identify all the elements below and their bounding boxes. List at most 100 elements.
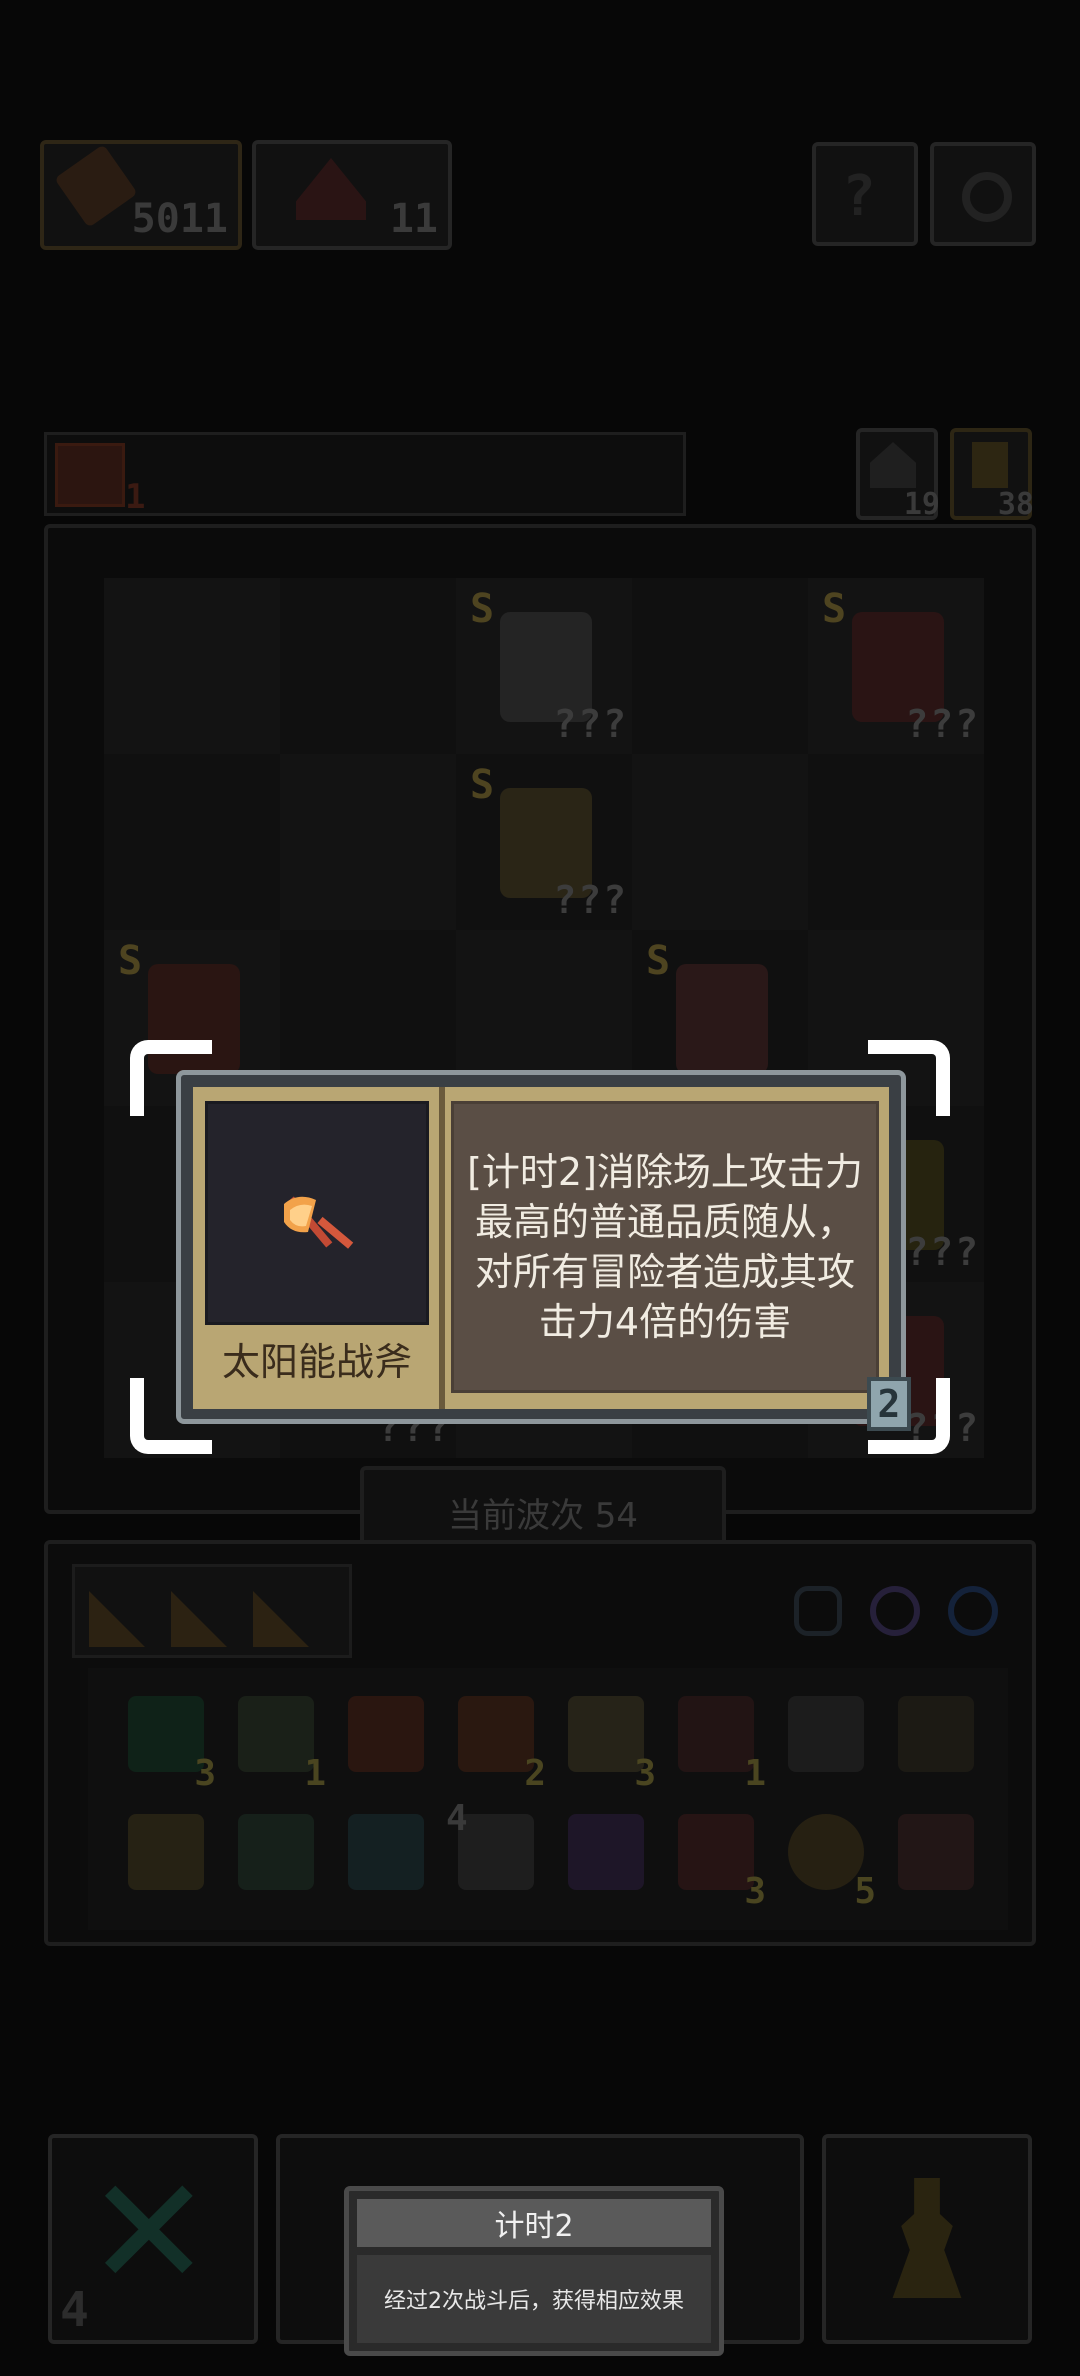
hero-button[interactable] bbox=[822, 2134, 1032, 2344]
tab-flag-2[interactable] bbox=[171, 1591, 227, 1647]
inventory-item[interactable]: 3 bbox=[116, 1688, 216, 1794]
inventory-item[interactable]: 3 bbox=[666, 1806, 766, 1912]
inventory-item[interactable] bbox=[886, 1688, 986, 1788]
tent-icon bbox=[296, 158, 366, 220]
inventory-panel: 3 1 2 3 1 4 3 5 bbox=[44, 1540, 1036, 1946]
bug-filter-icon[interactable] bbox=[794, 1586, 842, 1636]
health-bar: 1 bbox=[44, 432, 686, 517]
help-button[interactable]: ? bbox=[812, 142, 918, 246]
bolt-icon bbox=[568, 1814, 644, 1890]
hero-rank: S bbox=[822, 586, 847, 632]
armor-icon bbox=[348, 1696, 424, 1772]
inventory-item[interactable]: 1 bbox=[226, 1688, 326, 1794]
gem-counter: 11 bbox=[252, 140, 452, 250]
gear-icon bbox=[962, 172, 1012, 222]
item-description: [计时2]消除场上攻击力最高的普通品质随从，对所有冒险者造成其攻击力4倍的伤害 bbox=[467, 1150, 863, 1344]
hero-rank: S bbox=[118, 938, 143, 984]
inventory-item[interactable]: 4 bbox=[446, 1798, 546, 1906]
sword-icon bbox=[898, 1696, 974, 1772]
item-count: 3 bbox=[194, 1753, 216, 1794]
cake-icon bbox=[898, 1814, 974, 1890]
battle-axe-icon bbox=[284, 1196, 354, 1249]
map-icon bbox=[238, 1814, 314, 1890]
close-icon: ✕ bbox=[86, 2146, 212, 2320]
item-count: 4 bbox=[446, 1798, 468, 1839]
hero-level: ??? bbox=[553, 878, 628, 922]
item-icon-frame bbox=[205, 1101, 429, 1325]
bones-icon bbox=[788, 1696, 864, 1772]
inventory-tabs bbox=[72, 1564, 352, 1658]
gem-shield-icon bbox=[128, 1696, 204, 1772]
inventory-item[interactable]: 3 bbox=[556, 1688, 656, 1794]
item-count: 3 bbox=[634, 1753, 656, 1794]
gear-filter-icon[interactable] bbox=[948, 1586, 998, 1636]
tooltip-body-box: 经过2次战斗后，获得相应效果 bbox=[357, 2255, 711, 2343]
inventory-grid: 3 1 2 3 1 4 3 5 bbox=[88, 1668, 1008, 1930]
hero-unit[interactable]: S ??? bbox=[456, 578, 632, 754]
gem-amount: 11 bbox=[389, 196, 438, 242]
keyword-tooltip: 计时2 经过2次战斗后，获得相应效果 bbox=[344, 2186, 724, 2356]
gold-amount: 5011 bbox=[131, 196, 228, 242]
item-count: 5 bbox=[854, 1871, 876, 1912]
stat-a-value: 19 bbox=[903, 487, 940, 522]
hero-unit[interactable]: S ??? bbox=[456, 754, 632, 930]
popup-frame: 太阳能战斧 [计时2]消除场上攻击力最高的普通品质随从，对所有冒险者造成其攻击力… bbox=[193, 1087, 889, 1409]
inventory-item[interactable] bbox=[776, 1688, 876, 1788]
hero-rank: S bbox=[646, 938, 671, 984]
inventory-item[interactable]: 2 bbox=[446, 1688, 546, 1794]
inventory-item[interactable]: 1 bbox=[666, 1688, 766, 1794]
inventory-item[interactable] bbox=[556, 1806, 656, 1906]
heart-plus-icon bbox=[55, 443, 125, 507]
popup-divider bbox=[439, 1087, 445, 1409]
scroll-icon bbox=[568, 1696, 644, 1772]
axe-icon bbox=[458, 1696, 534, 1772]
inventory-item[interactable] bbox=[336, 1688, 436, 1788]
tab-flag-3[interactable] bbox=[253, 1591, 309, 1647]
stat-b-box: 38 bbox=[950, 428, 1034, 522]
inventory-item[interactable] bbox=[116, 1806, 216, 1906]
home-icon bbox=[870, 442, 916, 488]
hero-level: ??? bbox=[905, 1230, 980, 1274]
chalice-icon bbox=[128, 1814, 204, 1890]
hero-level: ??? bbox=[553, 702, 628, 746]
timer-badge-value: 2 bbox=[877, 1382, 901, 1426]
item-count: 1 bbox=[744, 1753, 766, 1794]
wave-label: 当前波次 54 bbox=[447, 1495, 639, 1536]
tent-icon bbox=[678, 1696, 754, 1772]
inventory-item[interactable] bbox=[336, 1806, 436, 1906]
stat-a-box: 19 bbox=[856, 428, 940, 522]
tooltip-title: 计时2 bbox=[494, 2209, 574, 2244]
filter-icons bbox=[772, 1564, 1022, 1658]
figure-icon bbox=[238, 1696, 314, 1772]
gold-counter: 5011 bbox=[40, 140, 242, 250]
glove-icon bbox=[458, 1814, 534, 1890]
trophy-icon bbox=[972, 442, 1008, 488]
stat-b-value: 38 bbox=[997, 487, 1034, 522]
helmet-icon bbox=[678, 1814, 754, 1890]
question-icon: ? bbox=[842, 164, 876, 229]
hero-unit[interactable]: S ??? bbox=[808, 578, 984, 754]
crossed-circle-icon bbox=[788, 1814, 864, 1890]
tab-flag-1[interactable] bbox=[89, 1591, 145, 1647]
girl-sprite bbox=[676, 964, 768, 1074]
pawn-icon bbox=[892, 2178, 962, 2298]
settings-button[interactable] bbox=[930, 142, 1036, 246]
cancel-button[interactable]: ✕ 4 bbox=[48, 2134, 258, 2344]
inventory-item[interactable] bbox=[886, 1806, 986, 1906]
remaining-counter: 4 bbox=[60, 2282, 89, 2338]
health-badge: 1 bbox=[125, 477, 146, 517]
item-detail-popup: 太阳能战斧 [计时2]消除场上攻击力最高的普通品质随从，对所有冒险者造成其攻击力… bbox=[176, 1070, 911, 1431]
item-count: 2 bbox=[524, 1753, 546, 1794]
tooltip-body: 经过2次战斗后，获得相应效果 bbox=[384, 2289, 684, 2314]
item-count: 1 bbox=[304, 1753, 326, 1794]
rug-icon bbox=[348, 1814, 424, 1890]
hero-rank: S bbox=[470, 586, 495, 632]
inventory-item[interactable] bbox=[226, 1806, 326, 1906]
inventory-item[interactable]: 5 bbox=[776, 1806, 876, 1912]
axe-icon bbox=[54, 144, 138, 228]
ring-filter-icon[interactable] bbox=[870, 1586, 920, 1636]
item-count: 3 bbox=[744, 1871, 766, 1912]
item-name: 太阳能战斧 bbox=[221, 1340, 412, 1384]
hero-rank: S bbox=[470, 762, 495, 808]
item-description-box: [计时2]消除场上攻击力最高的普通品质随从，对所有冒险者造成其攻击力4倍的伤害 bbox=[451, 1101, 879, 1393]
